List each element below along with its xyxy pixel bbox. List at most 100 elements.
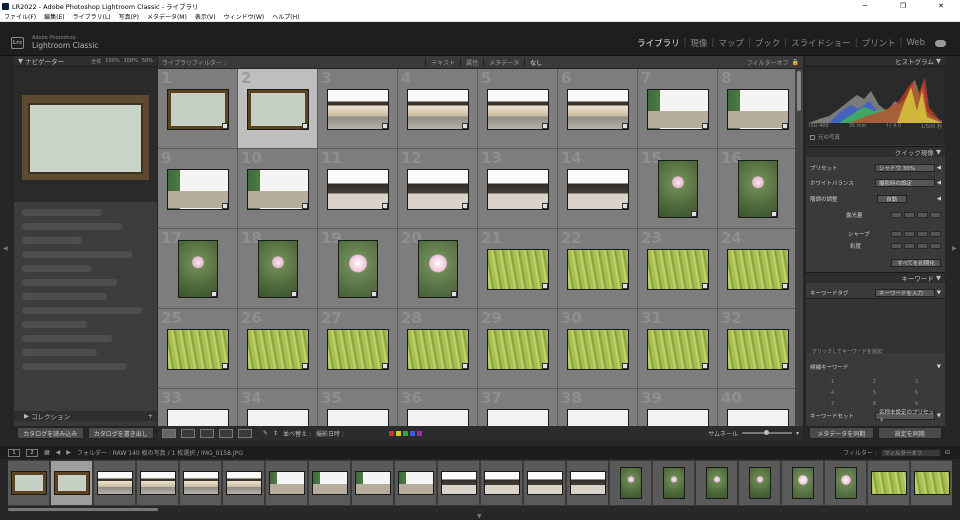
filmstrip-thumbnail[interactable] [312, 471, 348, 495]
grid-cell[interactable]: 18 [238, 229, 318, 309]
keyword-entry-area[interactable] [806, 298, 945, 353]
filmstrip-thumbnail[interactable] [663, 467, 685, 499]
import-catalog-button[interactable]: カタログを読み込み [17, 427, 84, 439]
module-slideshow[interactable]: スライドショー [787, 37, 855, 49]
edit-badge-icon[interactable] [291, 291, 297, 297]
survey-view-icon[interactable] [219, 428, 233, 438]
keyword-slot[interactable]: 3 [896, 377, 937, 387]
filmstrip-cell[interactable] [8, 461, 50, 505]
photo-thumbnail[interactable] [647, 248, 709, 290]
photo-thumbnail[interactable] [487, 408, 549, 426]
filmstrip-cell[interactable] [567, 461, 609, 505]
edit-badge-icon[interactable] [542, 122, 548, 129]
edit-badge-icon[interactable] [382, 202, 388, 209]
filmstrip-cell[interactable] [266, 461, 308, 505]
back-arrow-icon[interactable]: ◀ [56, 449, 61, 456]
edit-badge-icon[interactable] [782, 122, 788, 129]
edit-badge-icon[interactable] [222, 122, 228, 129]
grid-cell[interactable]: 28 [398, 309, 478, 389]
grid-scrollbar[interactable] [795, 69, 803, 426]
sharpness-plus-2[interactable] [930, 230, 941, 237]
expand-icon[interactable]: ▼ [935, 290, 941, 296]
filmstrip-thumbnail[interactable] [835, 467, 857, 499]
quick-develop-header[interactable]: クイック現像 ▼ [806, 146, 945, 157]
grid-icon[interactable]: ▦ [44, 449, 50, 456]
expand-icon[interactable]: ◀ [935, 180, 941, 186]
primary-window-button[interactable]: 1 [8, 448, 20, 457]
saturation-minus-2[interactable] [891, 242, 902, 249]
grid-cell[interactable]: 16 [718, 149, 795, 229]
edit-badge-icon[interactable] [462, 362, 468, 369]
grid-cell[interactable]: 23 [638, 229, 718, 309]
grid-cell[interactable]: 11 [318, 149, 398, 229]
edit-badge-icon[interactable] [702, 362, 708, 369]
edit-badge-icon[interactable] [382, 362, 388, 369]
bottom-panel-toggle-icon[interactable]: ▼ [477, 513, 482, 520]
preset-select[interactable]: シャドウ 30% [875, 163, 936, 172]
grid-cell[interactable]: 36 [398, 389, 478, 426]
expand-icon[interactable]: ▼ [935, 413, 941, 419]
photo-thumbnail[interactable] [407, 88, 469, 130]
grid-cell[interactable]: 22 [558, 229, 638, 309]
grid-cell[interactable]: 8 [718, 69, 795, 149]
photo-thumbnail[interactable] [327, 328, 389, 370]
sharpness-minus-1[interactable] [904, 230, 915, 237]
toolbar-menu-icon[interactable]: ▾ [796, 430, 799, 437]
edit-badge-icon[interactable] [691, 211, 697, 217]
expand-icon[interactable]: ▼ [937, 364, 941, 370]
checkbox-icon[interactable] [810, 134, 815, 140]
photo-thumbnail[interactable] [738, 160, 778, 218]
color-label-icon[interactable] [402, 430, 408, 436]
edit-badge-icon[interactable] [462, 122, 468, 129]
photo-thumbnail[interactable] [247, 88, 309, 130]
photo-thumbnail[interactable] [727, 328, 789, 370]
zoom-100[interactable]: 100% [124, 58, 138, 65]
filmstrip-thumbnail[interactable] [140, 471, 176, 495]
keyword-tags-select[interactable]: キーワードを入力 [875, 288, 936, 297]
sharpness-minus-2[interactable] [891, 230, 902, 237]
filmstrip-thumbnail[interactable] [269, 471, 305, 495]
grid-cell[interactable]: 12 [398, 149, 478, 229]
zoom-50[interactable]: 50% [142, 58, 153, 65]
close-button[interactable]: ✕ [922, 0, 960, 12]
color-label-icon[interactable] [395, 430, 401, 436]
filmstrip-scrollbar[interactable] [8, 507, 952, 512]
keyword-slot[interactable]: 4 [812, 388, 853, 398]
photo-thumbnail[interactable] [407, 408, 469, 426]
photo-thumbnail[interactable] [487, 328, 549, 370]
photo-thumbnail[interactable] [567, 88, 629, 130]
filmstrip-thumbnail[interactable] [914, 471, 950, 495]
scroll-thumb[interactable] [797, 71, 801, 111]
grid-cell[interactable]: 9 [158, 149, 238, 229]
photo-thumbnail[interactable] [247, 408, 309, 426]
filmstrip-thumbnail[interactable] [749, 467, 771, 499]
keyword-slot[interactable]: 7 [812, 399, 853, 409]
keyword-slot[interactable]: 2 [854, 377, 895, 387]
filmstrip-cell[interactable] [352, 461, 394, 505]
grid-cell[interactable]: 40 [718, 389, 795, 426]
sharpness-plus-1[interactable] [917, 230, 928, 237]
filmstrip-cell[interactable] [137, 461, 179, 505]
filmstrip-thumbnail[interactable] [11, 471, 47, 495]
menu-file[interactable]: ファイル(F) [4, 12, 36, 21]
zoom-fill[interactable]: 100% [105, 58, 119, 65]
photo-thumbnail[interactable] [487, 248, 549, 290]
auto-tone-button[interactable]: 自動 [876, 194, 907, 203]
module-library[interactable]: ライブラリ [633, 37, 684, 49]
filmstrip-cell[interactable] [223, 461, 265, 505]
grid-cell[interactable]: 5 [478, 69, 558, 149]
photo-thumbnail[interactable] [327, 408, 389, 426]
filmstrip-thumbnail[interactable] [706, 467, 728, 499]
filmstrip-source[interactable]: フォルダー : RAW 140 枚の写真 / 1 枚選択 / IMG_0158.… [77, 448, 243, 457]
photo-thumbnail[interactable] [658, 160, 698, 218]
grid-cell[interactable]: 35 [318, 389, 398, 426]
grid-cell[interactable]: 39 [638, 389, 718, 426]
sync-settings-button[interactable]: 設定を同期 [877, 427, 942, 439]
keyword-slot[interactable]: 6 [896, 388, 937, 398]
module-develop[interactable]: 現像 [687, 37, 712, 49]
edit-badge-icon[interactable] [211, 291, 217, 297]
sort-value[interactable]: 撮影日時 : [316, 429, 344, 438]
edit-badge-icon[interactable] [222, 202, 228, 209]
grid-cell[interactable]: 4 [398, 69, 478, 149]
photo-thumbnail[interactable] [727, 408, 789, 426]
